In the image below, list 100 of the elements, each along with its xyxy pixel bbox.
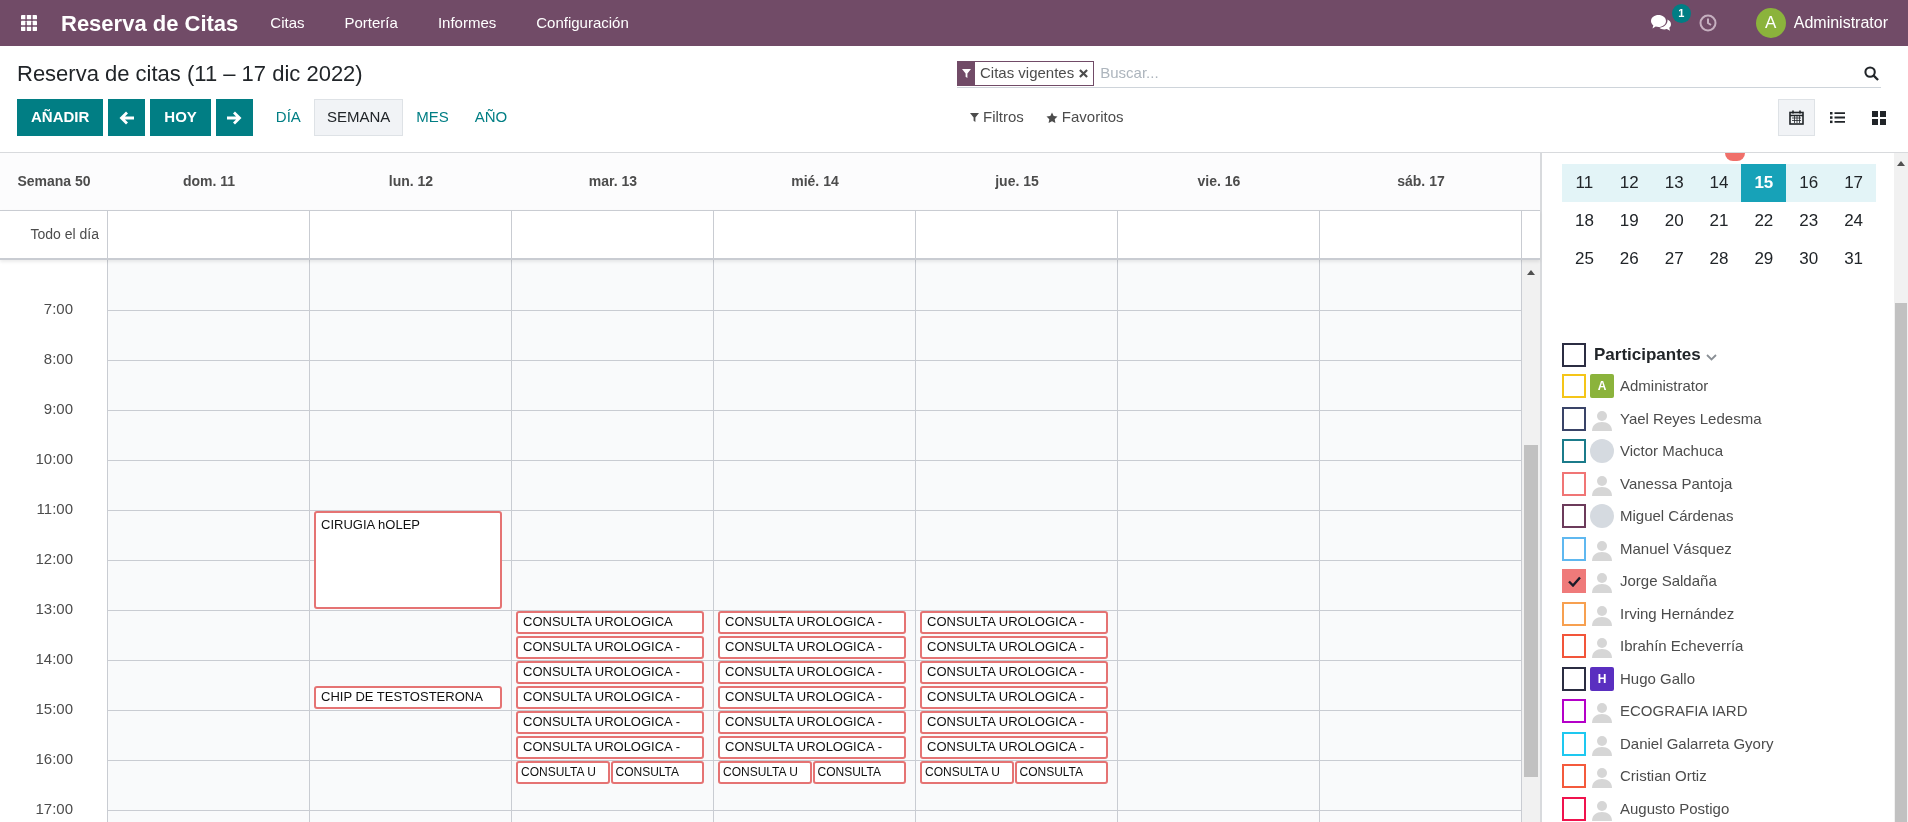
scale-tab[interactable]: SEMANA: [313, 99, 404, 136]
calendar-event[interactable]: CONSULTA: [610, 761, 704, 784]
calendar-event[interactable]: CONSULTA UROLOGICA -: [920, 736, 1108, 759]
scrollbar-thumb[interactable]: [1895, 303, 1907, 822]
checkbox[interactable]: [1562, 666, 1586, 691]
scrollbar-thumb[interactable]: [1524, 445, 1538, 777]
calendar-event[interactable]: CONSULTA U: [920, 761, 1014, 784]
checkbox[interactable]: [1562, 439, 1586, 464]
calendar-event[interactable]: CONSULTA UROLOGICA -: [718, 611, 906, 634]
participant-name[interactable]: Manuel Vásquez: [1620, 537, 1732, 560]
calendar-event[interactable]: CONSULTA UROLOGICA -: [516, 736, 704, 759]
calendar-event[interactable]: CONSULTA UROLOGICA -: [718, 636, 906, 659]
scale-tab[interactable]: AÑO: [461, 99, 521, 136]
calendar-day[interactable]: 20: [1651, 202, 1697, 240]
calendar-day[interactable]: 31: [1831, 240, 1876, 278]
calendar-day[interactable]: 29: [1741, 240, 1787, 278]
checkbox[interactable]: [1562, 406, 1586, 431]
calendar-day[interactable]: 12: [1606, 164, 1652, 202]
filters-button[interactable]: Filtros: [970, 106, 1024, 129]
calendar-event[interactable]: CONSULTA UROLOGICA -: [920, 711, 1108, 734]
checkbox[interactable]: [1562, 343, 1586, 367]
menu-item[interactable]: Configuración: [516, 0, 649, 46]
activities-button[interactable]: [1697, 13, 1718, 33]
calendar-event[interactable]: CHIP DE TESTOSTERONA: [314, 686, 502, 709]
participant-name[interactable]: ECOGRAFIA IARD: [1620, 700, 1748, 723]
participant-name[interactable]: Daniel Galarreta Gyory: [1620, 732, 1774, 755]
calendar-day[interactable]: 17: [1831, 164, 1876, 202]
calendar-day[interactable]: 11: [1562, 164, 1607, 202]
previous-button[interactable]: [108, 99, 146, 136]
calendar-day[interactable]: 25: [1562, 240, 1607, 278]
toolbar-button[interactable]: HOY: [150, 99, 211, 136]
calendar-event[interactable]: CONSULTA UROLOGICA -: [718, 686, 906, 709]
calendar-event[interactable]: CONSULTA UROLOGICA -: [516, 661, 704, 684]
calendar-day[interactable]: 21: [1696, 202, 1742, 240]
calendar-day[interactable]: 28: [1696, 240, 1742, 278]
scale-tab[interactable]: DÍA: [262, 99, 314, 136]
calendar-event[interactable]: CONSULTA UROLOGICA -: [516, 711, 704, 734]
participant-name[interactable]: Vanessa Pantoja: [1620, 472, 1733, 495]
calendar-event[interactable]: CONSULTA: [1014, 761, 1108, 784]
menu-item[interactable]: Portería: [324, 0, 418, 46]
calendar-day[interactable]: 13: [1651, 164, 1697, 202]
calendar-day[interactable]: 14: [1696, 164, 1742, 202]
participant-name[interactable]: Irving Hernández: [1620, 602, 1735, 625]
calendar-event[interactable]: CONSULTA UROLOGICA -: [920, 686, 1108, 709]
apps-menu-button[interactable]: [19, 13, 39, 33]
participant-name[interactable]: Administrator: [1620, 375, 1709, 398]
filter-icon: [962, 69, 971, 78]
checkbox[interactable]: [1562, 731, 1586, 756]
calendar-event[interactable]: CONSULTA UROLOGICA -: [920, 611, 1108, 634]
toolbar-button[interactable]: AÑADIR: [17, 99, 104, 136]
participant-name[interactable]: Victor Machuca: [1620, 440, 1724, 463]
search-input[interactable]: Buscar...: [1100, 62, 1861, 85]
calendar-day[interactable]: 30: [1786, 240, 1832, 278]
calendar-event[interactable]: CONSULTA U: [718, 761, 812, 784]
checkbox[interactable]: [1562, 471, 1586, 496]
checkbox[interactable]: [1562, 796, 1586, 821]
checkbox[interactable]: [1562, 536, 1586, 561]
calendar-event[interactable]: CONSULTA UROLOGICA: [516, 611, 704, 634]
calendar-day[interactable]: 26: [1606, 240, 1652, 278]
checkbox[interactable]: [1562, 634, 1586, 659]
scale-tab[interactable]: MES: [403, 99, 462, 136]
next-button[interactable]: [215, 99, 253, 136]
calendar-event[interactable]: CONSULTA UROLOGICA -: [718, 736, 906, 759]
participant-name[interactable]: Yael Reyes Ledesma: [1620, 407, 1762, 430]
calendar-day[interactable]: 18: [1562, 202, 1607, 240]
calendar-day[interactable]: 24: [1831, 202, 1876, 240]
calendar-day[interactable]: 22: [1741, 202, 1787, 240]
search-button[interactable]: [1861, 66, 1881, 81]
calendar-event[interactable]: CONSULTA UROLOGICA -: [920, 661, 1108, 684]
checkbox[interactable]: [1562, 699, 1586, 724]
user-menu[interactable]: A Administrator: [1755, 8, 1888, 38]
participant-name[interactable]: Hugo Gallo: [1620, 667, 1696, 690]
calendar-event[interactable]: CONSULTA U: [516, 761, 610, 784]
calendar-event[interactable]: CONSULTA UROLOGICA -: [516, 686, 704, 709]
calendar-day[interactable]: 27: [1651, 240, 1697, 278]
checkbox[interactable]: [1562, 601, 1586, 626]
calendar-event[interactable]: CONSULTA: [812, 761, 906, 784]
checkbox[interactable]: [1562, 504, 1586, 529]
participant-name[interactable]: Miguel Cárdenas: [1620, 505, 1734, 528]
calendar-day[interactable]: 16: [1786, 164, 1832, 202]
calendar-day[interactable]: 19: [1606, 202, 1652, 240]
time-label: 16:00: [35, 750, 73, 768]
menu-item[interactable]: Citas: [250, 0, 325, 46]
view-switch-button[interactable]: [1778, 99, 1815, 136]
apps-grid-icon: [21, 15, 37, 31]
calendar-event[interactable]: CONSULTA UROLOGICA -: [718, 711, 906, 734]
menu-item[interactable]: Informes: [417, 0, 517, 46]
checkbox[interactable]: [1562, 569, 1586, 594]
calendar-event[interactable]: CONSULTA UROLOGICA -: [718, 661, 906, 684]
messages-button[interactable]: [1649, 13, 1672, 33]
participant-name[interactable]: Cristian Ortiz: [1620, 765, 1707, 788]
calendar-event[interactable]: CONSULTA UROLOGICA -: [516, 636, 704, 659]
participant-name[interactable]: Augusto Postigo: [1620, 797, 1730, 820]
favorites-button[interactable]: Favoritos: [1045, 106, 1124, 129]
calendar-day[interactable]: 23: [1786, 202, 1832, 240]
checkbox[interactable]: [1562, 764, 1586, 789]
calendar-event[interactable]: CIRUGIA hOLEP: [314, 511, 502, 609]
calendar-event[interactable]: CONSULTA UROLOGICA -: [920, 636, 1108, 659]
participant-name[interactable]: Jorge Saldaña: [1620, 570, 1717, 593]
participant-name[interactable]: Ibrahín Echeverría: [1620, 635, 1744, 658]
